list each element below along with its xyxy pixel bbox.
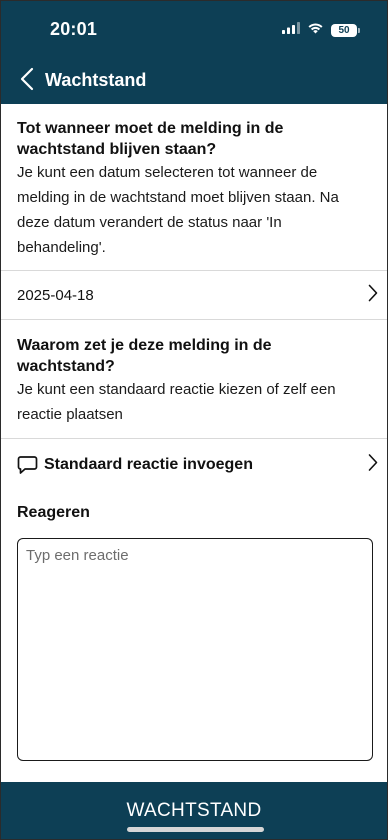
- chevron-right-icon: [368, 453, 378, 476]
- standard-reply-row[interactable]: Standaard reactie invoegen: [1, 439, 387, 490]
- chevron-left-icon: [20, 67, 34, 96]
- screen: 20:01 50 Wachtstand Tot wanneer moet de …: [0, 0, 388, 840]
- reply-textarea[interactable]: [17, 538, 373, 761]
- speech-bubble-icon: [17, 455, 38, 475]
- reason-question-title: Waarom zet je deze melding in de wachtst…: [17, 337, 272, 375]
- battery-level: 50: [338, 24, 350, 36]
- battery-icon: 50: [331, 23, 360, 37]
- status-time: 20:01: [50, 19, 98, 39]
- date-picker-row[interactable]: 2025-04-18: [1, 271, 387, 320]
- chevron-right-icon: [368, 284, 378, 306]
- standard-reply-label: Standaard reactie invoegen: [44, 455, 253, 473]
- page-title: Wachtstand: [45, 70, 147, 90]
- home-indicator[interactable]: [127, 827, 264, 832]
- date-section: Tot wanneer moet de melding in de wachts…: [1, 104, 387, 271]
- selected-date: 2025-04-18: [17, 286, 94, 304]
- signal-icon: [282, 21, 300, 39]
- date-question-body: Je kunt een datum selecteren tot wanneer…: [17, 164, 339, 256]
- date-question-title: Tot wanneer moet de melding in de wachts…: [17, 120, 284, 158]
- reply-label: Reageren: [17, 504, 90, 521]
- status-icons: 50: [282, 21, 360, 39]
- top-bar: 20:01 50 Wachtstand: [1, 1, 387, 104]
- reason-section: Waarom zet je deze melding in de wachtst…: [1, 320, 387, 439]
- back-button[interactable]: [15, 67, 39, 95]
- reason-question-body: Je kunt een standaard reactie kiezen of …: [17, 381, 336, 423]
- wifi-icon: [307, 21, 324, 39]
